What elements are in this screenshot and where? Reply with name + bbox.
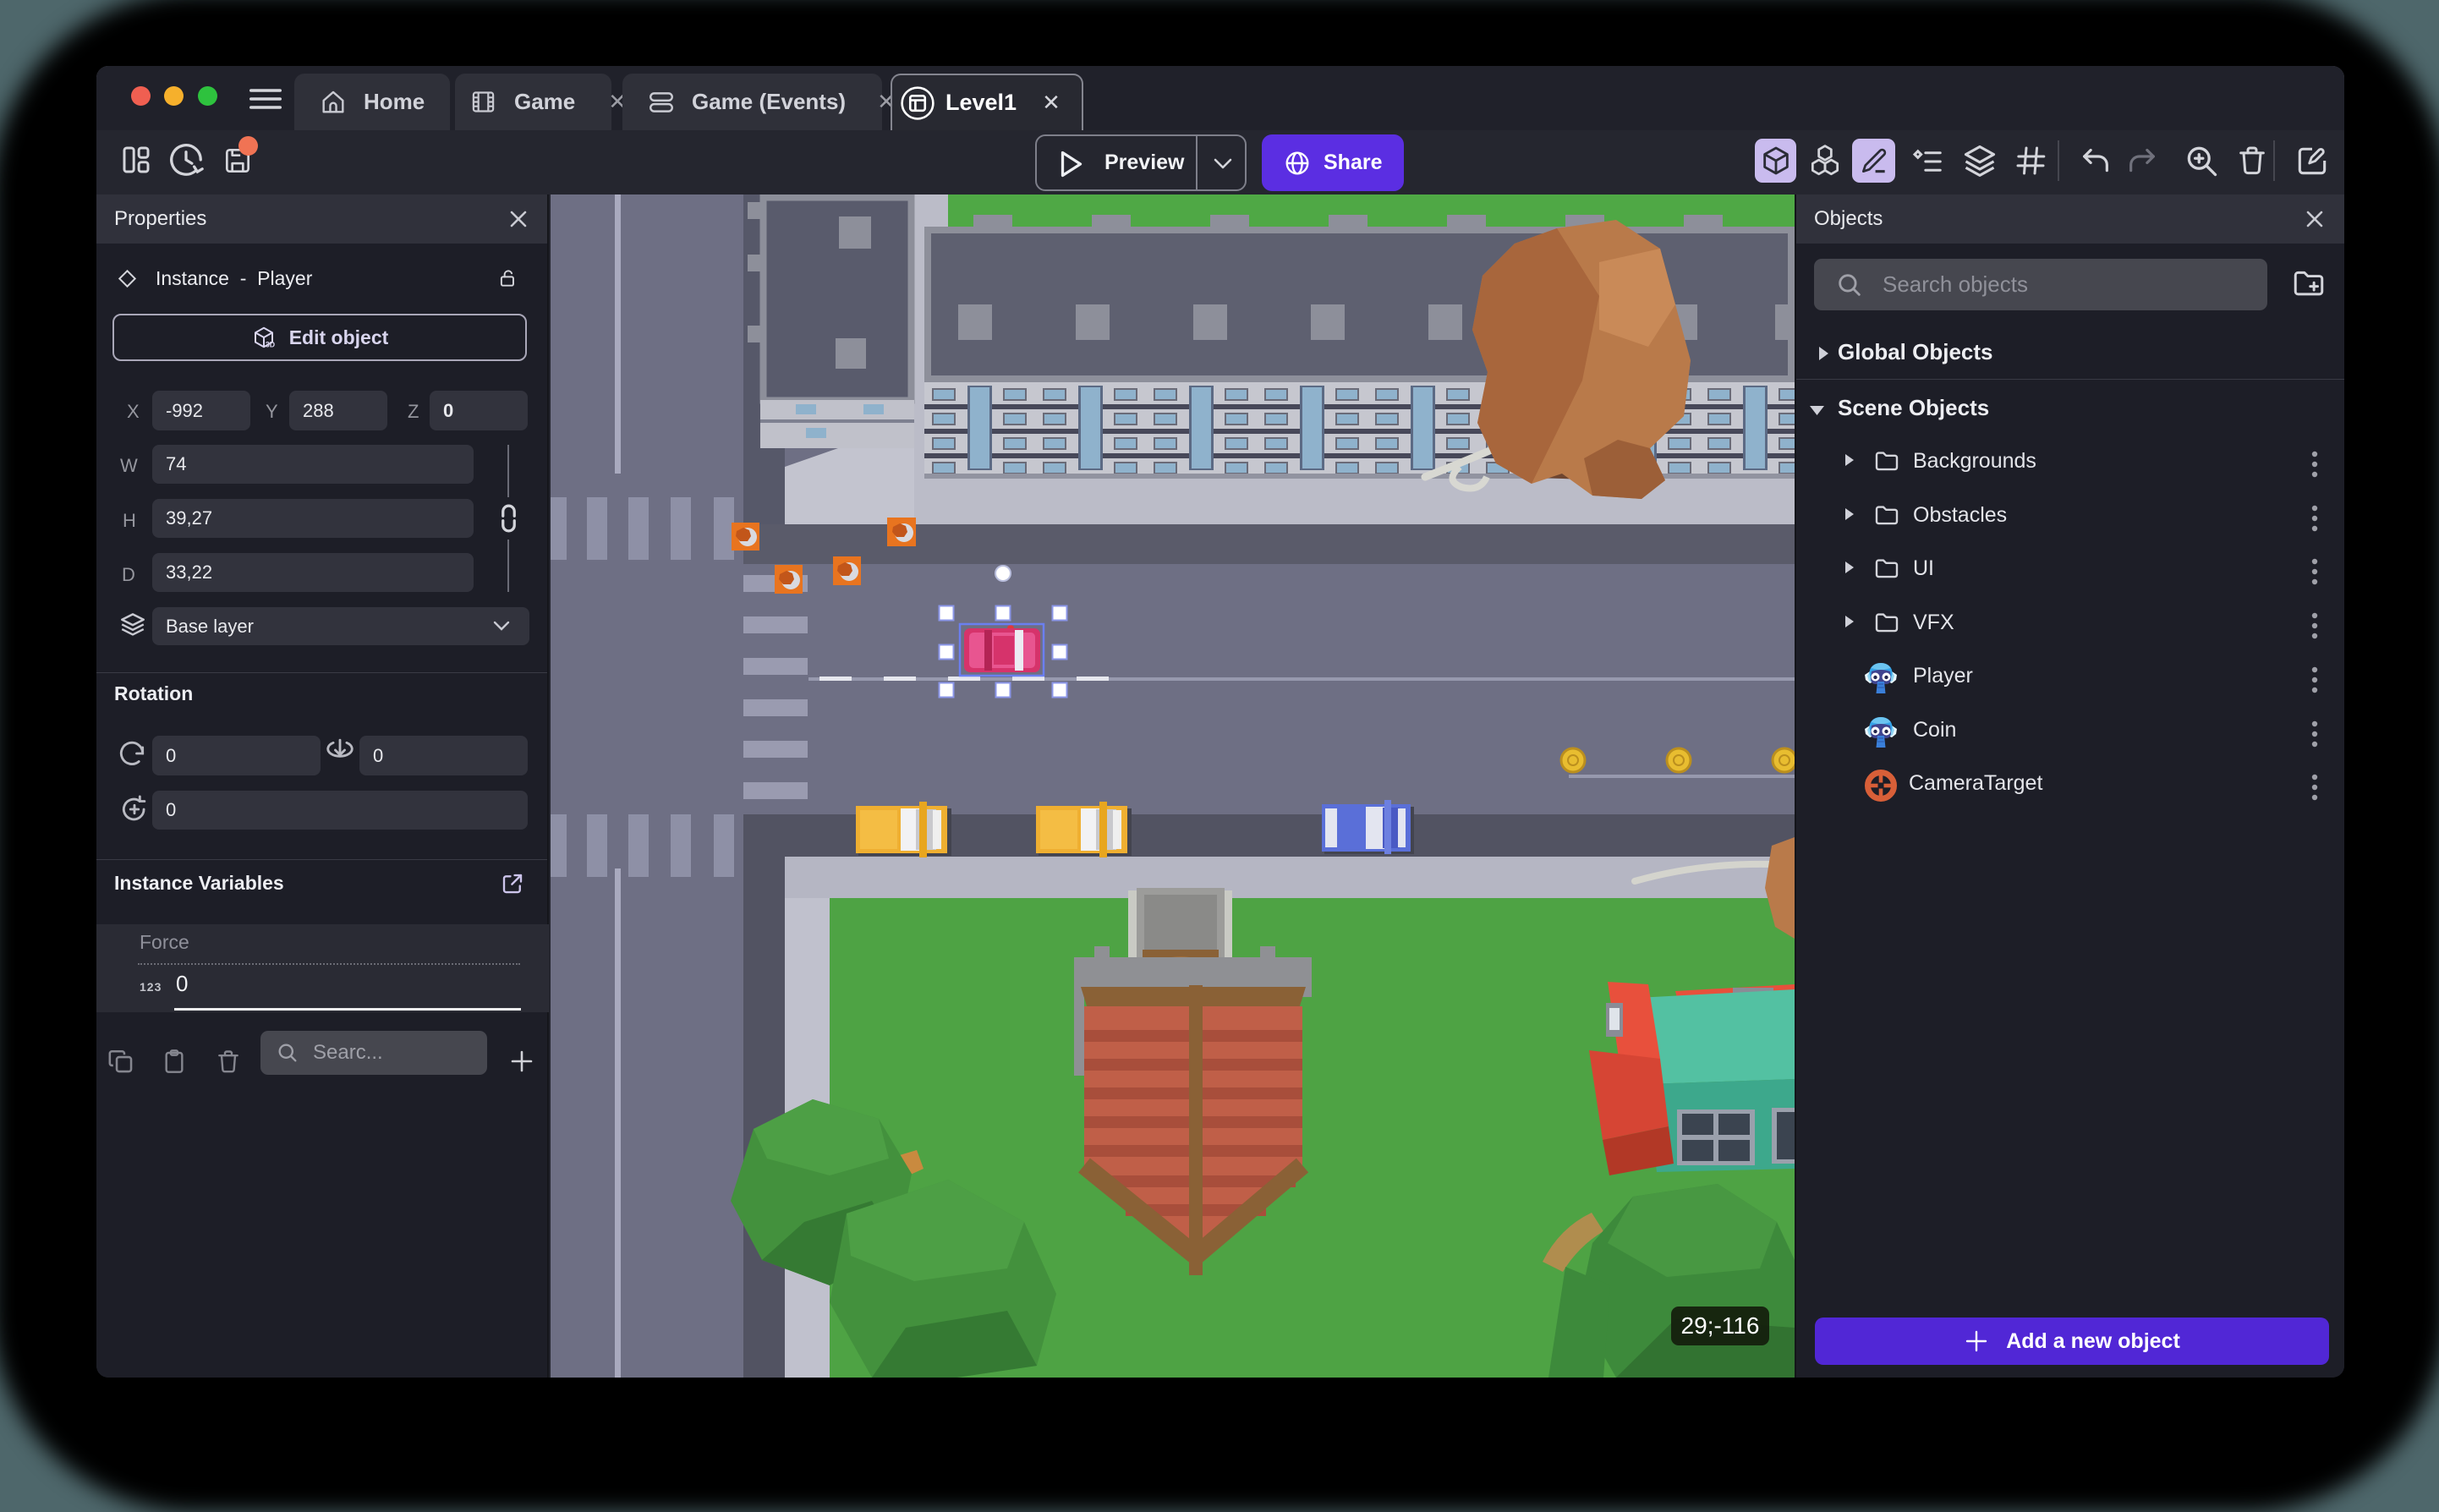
svg-text:3D: 3D xyxy=(266,340,275,348)
svg-text:29;-116: 29;-116 xyxy=(1681,1312,1760,1339)
